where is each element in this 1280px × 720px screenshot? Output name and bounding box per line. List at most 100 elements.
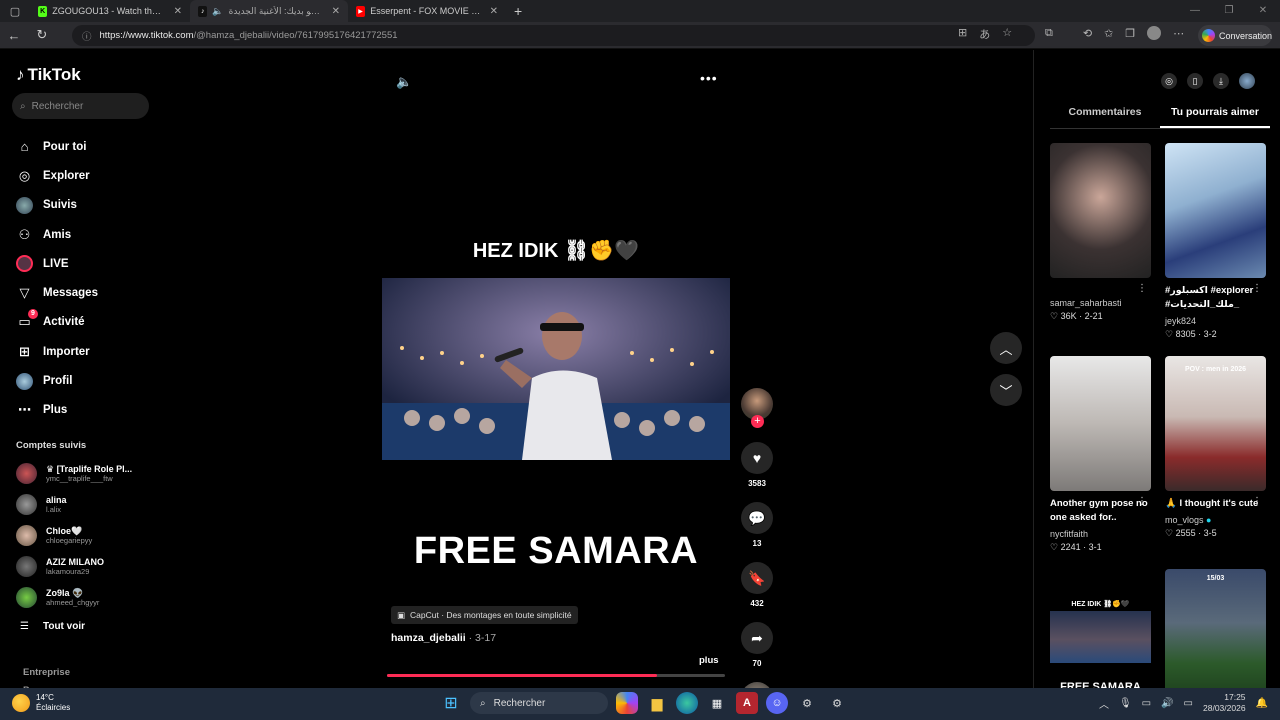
close-icon[interactable]: ✕ [490,6,498,17]
card-user[interactable]: samar_saharbasti [1050,298,1151,308]
capcut-link[interactable]: ▣ CapCut · Des montages en toute simplici… [391,606,578,624]
more-text-button[interactable]: plus [699,655,719,666]
store-icon[interactable]: ▦ [706,692,728,714]
minimize-icon[interactable]: — [1178,0,1212,22]
card-user-row[interactable]: mo_vlogs ● [1165,515,1266,525]
nav-item-importer[interactable]: ⊞ Importer [16,337,156,366]
suggested-video-card[interactable]: #اكسبلور #explorer #ملك_التحديات_ jeyk82… [1165,143,1266,340]
microphone-icon[interactable]: 🎙 [1119,698,1132,709]
nav-item-explorer[interactable]: ◎ Explorer [16,161,156,190]
video-thumbnail[interactable]: HEZ IDIK ⛓✊🖤 FREE SAMARA [1050,569,1151,704]
card-user[interactable]: jeyk824 [1165,316,1266,326]
video-thumbnail[interactable] [1050,356,1151,491]
profile-avatar-icon[interactable] [1147,26,1162,40]
extensions-icon[interactable]: ⧉ [1045,27,1053,40]
close-window-icon[interactable]: ✕ [1246,0,1280,22]
app-icon[interactable]: A [736,692,758,714]
video-thumbnail[interactable]: 15/03 [1165,569,1266,704]
tab-actions-icon[interactable]: ▢ [0,0,30,22]
heart-icon[interactable]: ♥ [741,442,773,474]
video-thumbnail[interactable] [1050,143,1151,278]
bookmark-icon[interactable]: 🔖 [741,562,773,594]
video-author[interactable]: hamza_djebalii · 3-17 [391,632,496,644]
maximize-icon[interactable]: ❐ [1212,0,1246,22]
windows-start-icon[interactable]: ⊞ [440,692,462,714]
favorites-icon[interactable]: ✩ [1104,27,1113,40]
close-icon[interactable]: ✕ [332,6,340,17]
video-frame[interactable] [382,278,730,460]
card-user[interactable]: mo_vlogs [1165,515,1204,525]
following-item[interactable]: Chloe🤍 chloegariepyy [16,520,156,551]
video-thumbnail[interactable]: POV : men in 2026 [1165,356,1266,491]
favorite-star-icon[interactable]: ☆ [1002,26,1012,42]
browser-tab[interactable]: ▶ Esserpent - FOX MOVIE ( officiel ✕ [348,0,506,22]
volume-icon[interactable]: 🔈 [396,74,412,90]
comment-action[interactable]: 💬 13 [740,502,774,548]
suggested-video-card[interactable]: POV : men in 2026 🙏 I thought it's cute … [1165,356,1266,539]
nav-item-amis[interactable]: ⚇ Amis [16,220,156,249]
app-icon[interactable]: ⊞ [958,26,967,42]
discord-icon[interactable]: ☺ [766,692,788,714]
more-icon[interactable]: ⋮ [1252,496,1262,507]
share-icon[interactable]: ➦ [741,622,773,654]
back-icon[interactable]: ← [0,28,28,43]
browser-tab-active[interactable]: ♪ 🔈 ساماا هو بديك: الأغنية الجديدة ✕ [190,0,348,22]
suggested-video-card[interactable]: Another gym pose no one asked for.. nycf… [1050,356,1151,553]
card-title[interactable]: #اكسبلور #explorer #ملك_التحديات_ [1165,284,1266,312]
comment-icon[interactable]: 💬 [741,502,773,534]
video-thumbnail[interactable] [1165,143,1266,278]
app-icon[interactable]: ⚙ [796,692,818,714]
following-item[interactable]: ♛ [Traplife Role Pl... ymc__traplife___ft… [16,458,156,489]
site-info-icon[interactable]: ⓘ [82,29,92,43]
browser-tab[interactable]: K ZGOUGOU13 - Watch the VOD o ✕ [30,0,190,22]
tab-commentaires[interactable]: Commentaires [1050,106,1160,128]
notification-icon[interactable]: 🔔 [1256,698,1268,709]
suggested-video-card[interactable]: samar_saharbasti ♡ 36K · 2-21 ⋮ [1050,143,1151,322]
suggested-video-card[interactable]: 15/03 [1165,569,1266,704]
speaker-icon[interactable]: 🔈 [212,6,223,17]
battery-icon[interactable]: ▭ [1184,698,1193,709]
copilot-icon[interactable] [616,692,638,714]
more-icon[interactable]: ⋮ [1252,283,1262,294]
follow-plus-icon[interactable]: + [751,415,764,428]
see-all-button[interactable]: ☰ Tout voir [20,621,85,632]
more-icon[interactable]: ⋮ [1137,496,1147,507]
card-user[interactable]: nycfitfaith [1050,529,1151,539]
more-options-icon[interactable]: ••• [700,70,718,86]
new-tab-button[interactable]: + [506,3,530,19]
nav-item-messages[interactable]: ▽ Messages [16,278,156,307]
nav-item-plus[interactable]: ⋯ Plus [16,396,156,425]
collections-icon[interactable]: ❐ [1125,27,1135,40]
clock[interactable]: 17:25 28/03/2026 [1203,692,1246,714]
compass-icon[interactable]: ◎ [1161,73,1177,89]
download-icon[interactable]: ⤓ [1213,73,1229,89]
video-progress-bar[interactable] [387,674,725,677]
settings-icon[interactable]: ⚙ [826,692,848,714]
following-item[interactable]: alina l.alix [16,489,156,520]
following-item[interactable]: Zo9la 👽 ahmeed_chgyyr [16,582,156,613]
following-item[interactable]: AZIZ MILANO lakamoura29 [16,551,156,582]
reload-icon[interactable]: ↻ [28,27,56,43]
file-explorer-icon[interactable]: ▆ [646,692,668,714]
menu-icon[interactable]: ⋯ [1173,27,1184,40]
nav-item-pour-toi[interactable]: ⌂ Pour toi [16,132,156,161]
card-title[interactable]: 🙏 I thought it's cute [1165,497,1266,511]
user-avatar[interactable] [1239,73,1255,89]
tiktok-logo[interactable]: ♪ TikTok [16,65,81,85]
network-icon[interactable]: ▭ [1142,698,1151,709]
url-field[interactable]: ⓘ https://www.tiktok.com/@hamza_djebalii… [72,25,1035,46]
save-action[interactable]: 🔖 432 [740,562,774,608]
volume-icon[interactable]: 🔊 [1161,698,1173,709]
history-icon[interactable]: ⟲ [1083,27,1092,40]
suggested-video-card[interactable]: HEZ IDIK ⛓✊🖤 FREE SAMARA [1050,569,1151,704]
chevron-up-icon[interactable]: ︿ [1099,696,1109,711]
footer-link[interactable]: Entreprise [23,664,76,682]
translate-icon[interactable]: あ [979,26,990,42]
edge-icon[interactable] [676,692,698,714]
search-input[interactable]: ⌕ Rechercher [12,93,149,119]
like-action[interactable]: ♥ 3583 [740,442,774,488]
tab-tu-pourrais-aimer[interactable]: Tu pourrais aimer [1160,106,1270,128]
weather-widget[interactable]: 14°C Éclaircies [12,693,70,713]
card-title[interactable]: Another gym pose no one asked for.. [1050,497,1151,525]
nav-item-profil[interactable]: Profil [16,366,156,395]
